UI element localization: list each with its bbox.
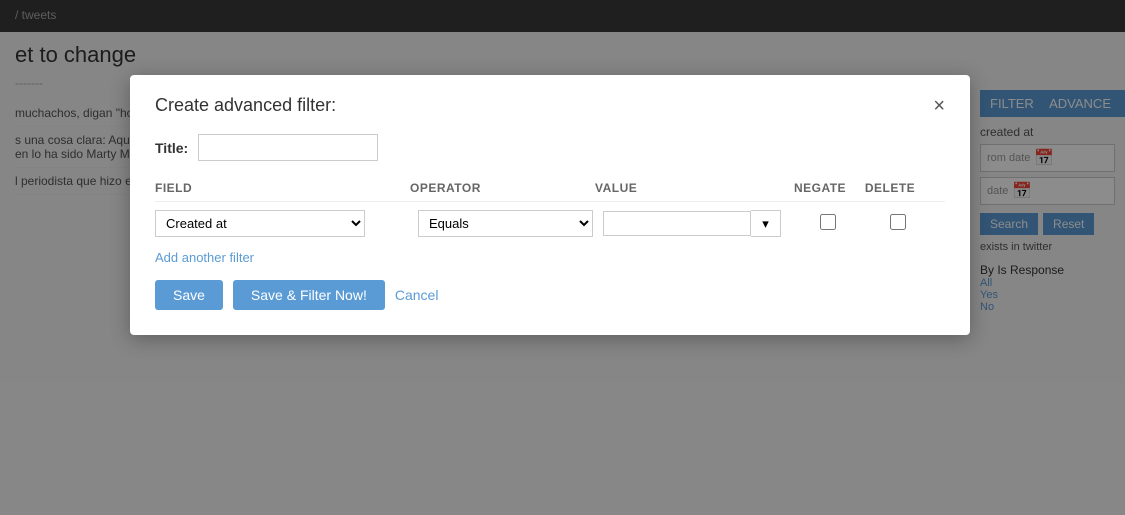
add-filter-link[interactable]: Add another filter (155, 250, 254, 265)
title-row: Title: (155, 134, 945, 161)
col-field-header: FIELD (155, 181, 410, 195)
negate-cell (788, 214, 868, 233)
value-dropdown-button[interactable]: ▾ (751, 210, 781, 237)
save-button[interactable]: Save (155, 280, 223, 310)
save-filter-button[interactable]: Save & Filter Now! (233, 280, 385, 310)
modal-dialog: Create advanced filter: × Title: FIELD O… (130, 75, 970, 335)
value-cell: ▾ (603, 210, 788, 237)
operator-select[interactable]: Equals Contains Greater than Less than (418, 210, 593, 237)
value-input[interactable] (603, 211, 751, 236)
field-cell: Created at Text Retweets Favorites Date (155, 210, 410, 237)
modal-title: Create advanced filter: (155, 95, 336, 116)
col-operator-header: OPERATOR (410, 181, 595, 195)
col-negate-header: NEGATE (780, 181, 860, 195)
cancel-button[interactable]: Cancel (395, 287, 439, 303)
close-button[interactable]: × (933, 96, 945, 116)
filter-table-header: FIELD OPERATOR VALUE NEGATE DELETE (155, 181, 945, 202)
col-delete-header: DELETE (860, 181, 920, 195)
field-select[interactable]: Created at Text Retweets Favorites Date (155, 210, 365, 237)
delete-cell (868, 214, 928, 233)
negate-checkbox[interactable] (820, 214, 836, 230)
modal-header: Create advanced filter: × (155, 95, 945, 116)
modal-footer: Save Save & Filter Now! Cancel (155, 280, 945, 310)
title-input[interactable] (198, 134, 378, 161)
filter-row: Created at Text Retweets Favorites Date … (155, 210, 945, 237)
operator-cell: Equals Contains Greater than Less than (410, 210, 595, 237)
title-label: Title: (155, 140, 188, 156)
delete-checkbox[interactable] (890, 214, 906, 230)
col-value-header: VALUE (595, 181, 780, 195)
